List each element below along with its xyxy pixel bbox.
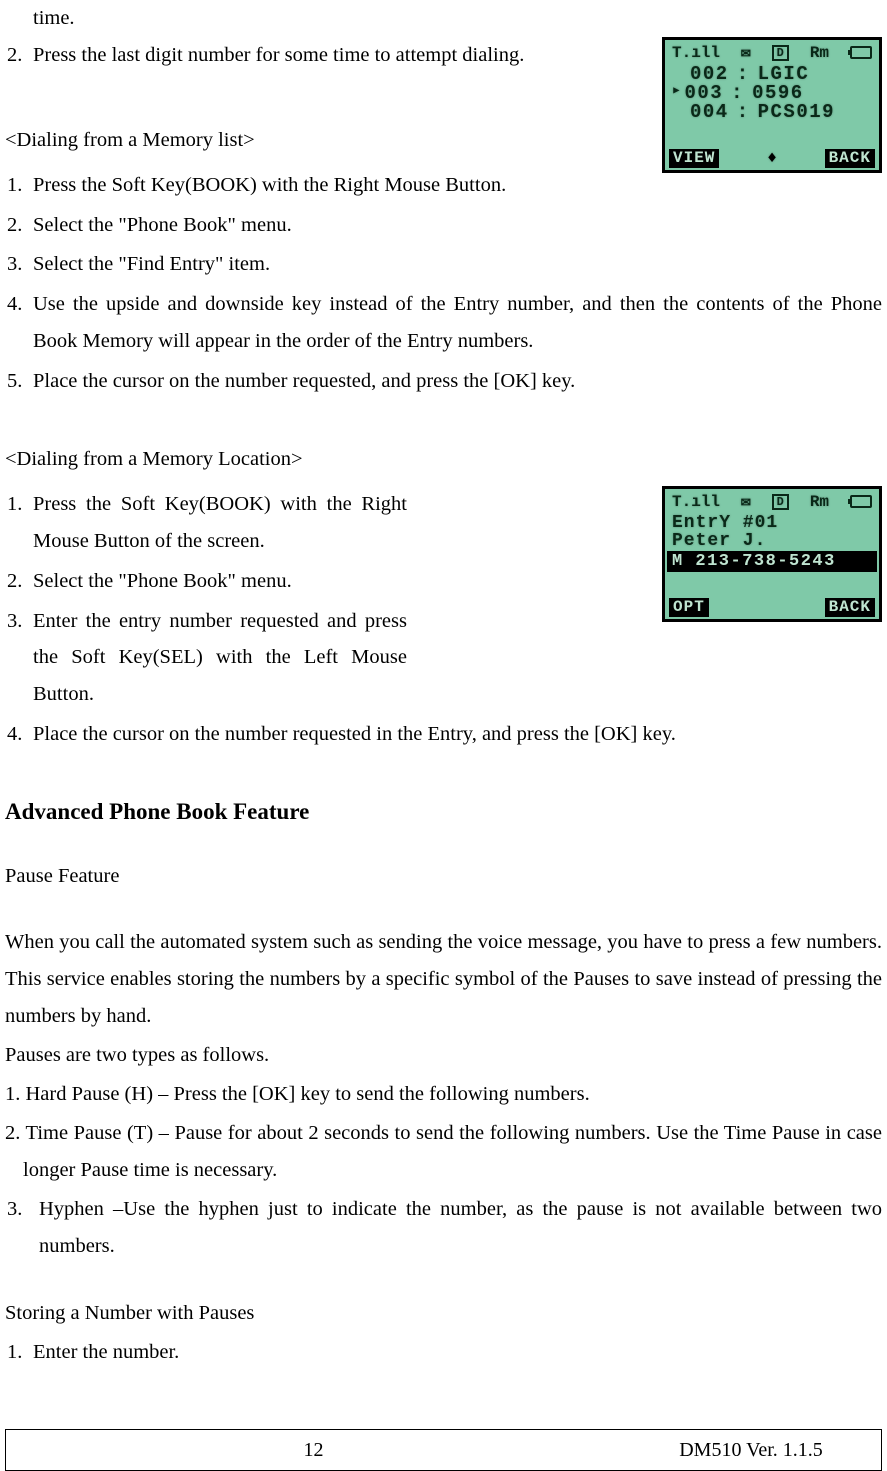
softkey-opt: OPT <box>669 598 709 617</box>
step-number: 1. <box>5 486 33 560</box>
heading-advanced-phonebook: Advanced Phone Book Feature <box>5 791 882 832</box>
nav-arrow-icon: ♦ <box>767 150 777 166</box>
step-text: Select the "Phone Book" menu. <box>33 207 882 244</box>
pause-type-3: Hyphen –Use the hyphen just to indicate … <box>39 1191 882 1265</box>
list-row-val: PCS019 <box>758 103 835 122</box>
entry-phone-number: M 213-738-5243 <box>667 551 877 572</box>
softkey-back: BACK <box>825 598 875 617</box>
entry-header: EntrY #01 <box>667 514 877 532</box>
step-number: 1. <box>5 1334 33 1371</box>
step-number: 1. <box>5 167 33 204</box>
step-number: 3. <box>5 1191 39 1265</box>
step-text: Enter the number. <box>33 1334 882 1371</box>
rm-icon: Rm <box>810 45 829 61</box>
fragment-text: time. <box>33 7 75 29</box>
step-number: 2. <box>5 563 33 600</box>
list-row-num: 004 <box>690 103 729 122</box>
phone-screenshot-1: T.ıll ✉ D Rm 002:LGIC ▸003:0596 004:PCS0… <box>662 37 882 173</box>
pause-description: When you call the automated system such … <box>5 924 882 1035</box>
step-text: Enter the entry number requested and pre… <box>33 603 647 714</box>
pause-types-intro: Pauses are two types as follows. <box>5 1037 882 1074</box>
step-text: Use the upside and downside key instead … <box>33 286 882 360</box>
step-text: Press the last digit number for some tim… <box>33 37 647 74</box>
step-number: 5. <box>5 363 33 400</box>
pause-type-1: 1. Hard Pause (H) – Press the [OK] key t… <box>5 1076 882 1113</box>
softkey-view: VIEW <box>669 149 719 168</box>
mail-icon: ✉ <box>741 494 751 510</box>
phone-screenshot-2: T.ıll ✉ D Rm EntrY #01 Peter J. M 213-73… <box>662 486 882 622</box>
fragment-time: time. <box>5 0 882 37</box>
step-number: 3. <box>5 246 33 283</box>
battery-icon <box>850 495 872 508</box>
signal-icon: T.ıll <box>672 494 720 510</box>
footer-page-number: 12 <box>6 1430 621 1470</box>
footer-version: DM510 Ver. 1.1.5 <box>621 1430 881 1470</box>
step-number: 2. <box>5 37 33 74</box>
softkey-back: BACK <box>825 149 875 168</box>
step-number: 4. <box>5 716 33 753</box>
cursor-icon: ▸ <box>672 84 680 103</box>
step-text: Place the cursor on the number requested… <box>33 716 882 753</box>
subheading-storing-pauses: Storing a Number with Pauses <box>5 1295 882 1332</box>
step-text: Press the Soft Key(BOOK) with the Right … <box>33 486 647 560</box>
step-number: 3. <box>5 603 33 714</box>
page-footer: 12 DM510 Ver. 1.1.5 <box>5 1429 882 1471</box>
pause-type-2: 2. Time Pause (T) – Pause for about 2 se… <box>5 1115 882 1189</box>
signal-icon: T.ıll <box>672 45 720 61</box>
step-number: 4. <box>5 286 33 360</box>
heading-memory-location: <Dialing from a Memory Location> <box>5 441 882 478</box>
subheading-pause-feature: Pause Feature <box>5 858 882 895</box>
d-icon: D <box>772 494 789 510</box>
battery-icon <box>850 46 872 59</box>
step-text: Select the "Find Entry" item. <box>33 246 882 283</box>
step-number: 2. <box>5 207 33 244</box>
entry-name: Peter J. <box>667 532 877 550</box>
mail-icon: ✉ <box>741 45 751 61</box>
step-text: Select the "Phone Book" menu. <box>33 563 647 600</box>
step-text: Press the Soft Key(BOOK) with the Right … <box>33 167 647 204</box>
d-icon: D <box>772 45 789 61</box>
rm-icon: Rm <box>810 494 829 510</box>
step-text: Place the cursor on the number requested… <box>33 363 882 400</box>
